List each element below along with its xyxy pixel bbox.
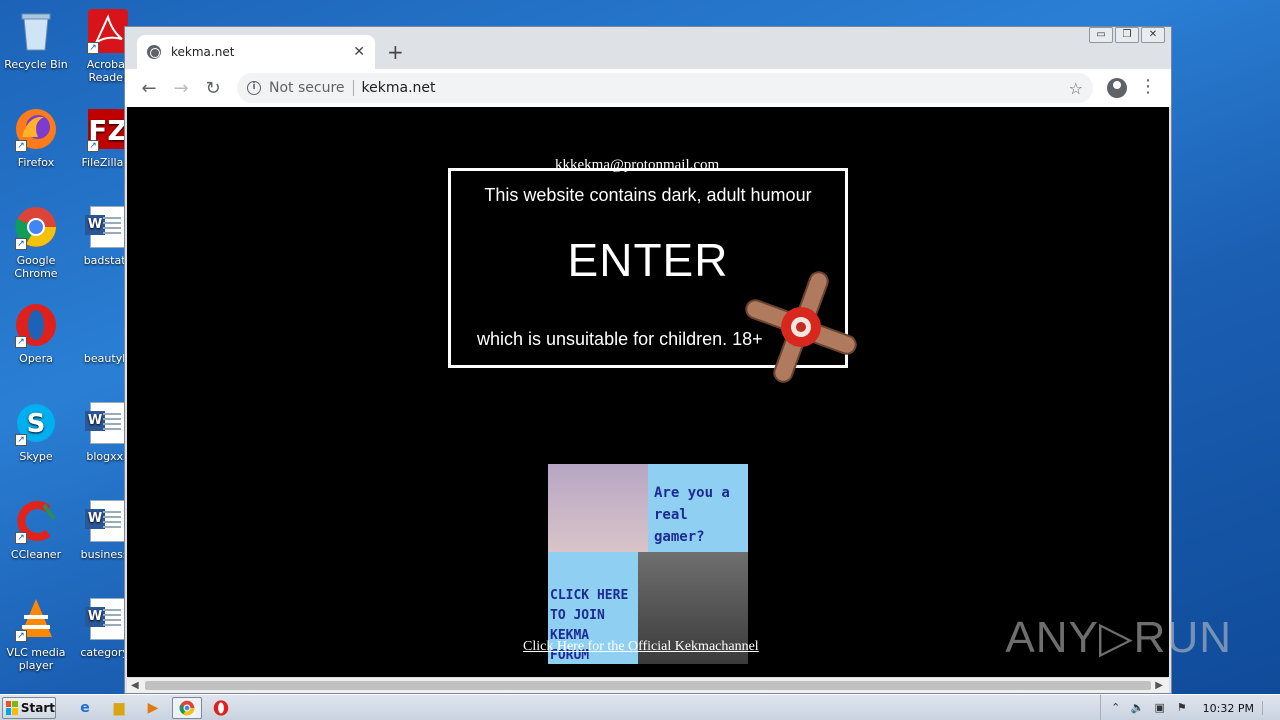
scroll-left-icon[interactable]: ◀: [131, 680, 139, 691]
chrome-taskbar-icon[interactable]: [172, 696, 202, 719]
volume-icon[interactable]: 🔈: [1131, 701, 1145, 715]
forward-button[interactable]: →: [165, 78, 197, 99]
browser-window: ▭ ❐ ✕ kekma.net ✕ + ← → ↻ i Not secure k…: [124, 26, 1172, 694]
taskbar: Start e ▆ ▶ ⌃ 🔈 ▣ ⚑ 10:32 PM: [0, 694, 1280, 720]
svg-text:S: S: [27, 409, 46, 439]
desktop-icon-label: CCleaner: [10, 548, 62, 561]
explorer-icon[interactable]: ▆: [104, 697, 134, 719]
desktop-icon-skype[interactable]: S ↗ Skype: [0, 400, 72, 463]
clown-face-image: [548, 464, 648, 552]
warning-bottom: which is unsuitable for children. 18+: [477, 329, 763, 349]
minimize-button[interactable]: ▭: [1089, 27, 1113, 43]
network-icon[interactable]: ▣: [1153, 701, 1167, 715]
desktop-icon-ccleaner[interactable]: ↗ CCleaner: [0, 498, 72, 561]
desktop-icon-label: Recycle Bin: [4, 58, 68, 71]
start-button[interactable]: Start: [2, 696, 56, 719]
ie-icon[interactable]: e: [70, 697, 100, 719]
new-tab-button[interactable]: +: [387, 40, 404, 64]
clock[interactable]: 10:32 PM: [1203, 702, 1254, 715]
start-label: Start: [20, 700, 55, 715]
close-window-button[interactable]: ✕: [1141, 27, 1165, 43]
info-icon[interactable]: i: [247, 81, 261, 95]
url-text[interactable]: kekma.net: [362, 80, 1069, 96]
show-hidden-icons-icon[interactable]: ⌃: [1109, 701, 1123, 715]
tab-kekma[interactable]: kekma.net ✕: [137, 35, 375, 69]
security-label: Not secure: [269, 80, 345, 96]
spinning-hands-image: [745, 271, 857, 383]
reload-button[interactable]: ↻: [197, 78, 229, 99]
skype-icon: S ↗: [13, 400, 59, 446]
warning-top: This website contains dark, adult humour: [484, 185, 812, 205]
firefox-icon: ↗: [13, 106, 59, 152]
action-center-flag-icon[interactable]: ⚑: [1175, 701, 1189, 715]
system-tray: ⌃ 🔈 ▣ ⚑ 10:32 PM: [1099, 695, 1280, 720]
tab-title: kekma.net: [171, 45, 235, 59]
browser-toolbar: ← → ↻ i Not secure kekma.net ☆ ⋮: [125, 69, 1171, 107]
back-button[interactable]: ←: [133, 78, 165, 99]
restore-button[interactable]: ❐: [1115, 27, 1139, 43]
opera-icon: ↗: [13, 302, 59, 348]
desktop-icon-recycle-bin[interactable]: Recycle Bin: [0, 8, 72, 71]
ccleaner-icon: ↗: [13, 498, 59, 544]
desktop-icon-firefox[interactable]: ↗ Firefox: [0, 106, 72, 169]
anyrun-watermark: ANY▷RUN: [1005, 613, 1232, 662]
desktop-icon-label: Opera: [19, 352, 53, 365]
recycle-bin-icon: [13, 8, 59, 54]
bookmark-star-icon[interactable]: ☆: [1069, 79, 1083, 98]
desktop-icon-chrome[interactable]: ↗ Google Chrome: [0, 204, 72, 280]
address-bar[interactable]: i Not secure kekma.net ☆: [237, 73, 1093, 103]
desktop-icon-label: VLC media player: [6, 646, 66, 672]
window-controls: ▭ ❐ ✕: [1089, 27, 1165, 43]
page-viewport: kkkekma@protonmail.com This website cont…: [127, 107, 1169, 677]
account-icon[interactable]: [1107, 78, 1127, 98]
desktop-icon-label: Skype: [19, 450, 53, 463]
forum-banner[interactable]: Are you a real gamer? CLICK HERE TO JOIN…: [548, 464, 748, 664]
kekmachannel-link[interactable]: Click Here for the Official Kekmachannel: [523, 639, 759, 655]
desktop-icon-vlc[interactable]: ↗ VLC media player: [0, 596, 72, 672]
media-player-icon[interactable]: ▶: [138, 697, 168, 719]
close-tab-icon[interactable]: ✕: [353, 44, 365, 60]
opera-taskbar-icon[interactable]: [206, 697, 236, 719]
divider: [352, 80, 354, 96]
banner-question: Are you a real gamer?: [648, 464, 748, 552]
scroll-thumb[interactable]: [145, 681, 1151, 690]
scroll-right-icon[interactable]: ▶: [1155, 680, 1163, 691]
windows-logo-icon: [6, 700, 18, 715]
vlc-icon: ↗: [13, 596, 59, 642]
menu-icon[interactable]: ⋮: [1139, 77, 1157, 97]
chrome-icon: ↗: [13, 204, 59, 250]
desktop-icon-label: Google Chrome: [14, 254, 58, 280]
globe-icon: [147, 45, 161, 59]
desktop-icon-label: Firefox: [17, 156, 55, 169]
desktop-icon-opera[interactable]: ↗ Opera: [0, 302, 72, 365]
horizontal-scrollbar[interactable]: ◀ ▶: [127, 677, 1169, 693]
show-desktop-button[interactable]: [1262, 701, 1272, 715]
